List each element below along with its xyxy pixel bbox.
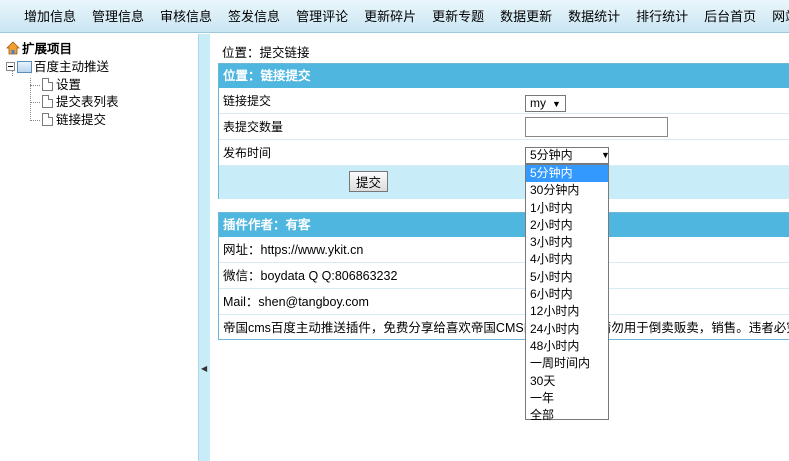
tree-leaf-label: 链接提交 bbox=[56, 113, 107, 127]
tree-root-label: 扩展项目 bbox=[22, 42, 73, 56]
dropdown-option[interactable]: 24小时内 bbox=[526, 321, 608, 338]
dropdown-option[interactable]: 4小时内 bbox=[526, 251, 608, 268]
notice-line: 帝国cms百度主动推送插件，免费分享给喜欢帝国CMS的朋友使用，请勿用于倒卖贩卖… bbox=[223, 321, 789, 335]
top-navigation: 增加信息 管理信息 审核信息 签发信息 管理评论 更新碎片 更新专题 数据更新 数据统计 排行统计… bbox=[0, 0, 789, 33]
sidebar-splitter[interactable]: ◀ bbox=[198, 34, 210, 461]
nav-item-manage-comments[interactable]: 管理评论 bbox=[288, 0, 356, 32]
dropdown-option[interactable]: 48小时内 bbox=[526, 338, 608, 355]
form-row-submit-count: 表提交数量 bbox=[219, 114, 789, 140]
publish-time-dropdown-list[interactable]: 5分钟内 30分钟内 1小时内 2小时内 3小时内 4小时内 5小时内 6小时内… bbox=[525, 164, 609, 422]
tree-connector bbox=[30, 120, 40, 121]
nav-item-review-info[interactable]: 审核信息 bbox=[152, 0, 220, 32]
submit-count-input[interactable] bbox=[525, 117, 668, 137]
tree-leaf-label: 提交表列表 bbox=[56, 95, 119, 109]
field-label: 发布时间 bbox=[223, 146, 272, 160]
dropdown-option[interactable]: 全部 bbox=[526, 407, 608, 424]
panel-header: 插件作者：有客 bbox=[219, 213, 789, 237]
author-info-panel: 插件作者：有客 网址：https://www.ykit.cn 微信：boydat… bbox=[218, 212, 789, 340]
collapse-icon[interactable] bbox=[6, 62, 15, 71]
publish-time-select[interactable]: 5分钟内 ▼ bbox=[525, 147, 610, 165]
dropdown-option[interactable]: 5分钟内 bbox=[526, 165, 608, 183]
dropdown-option[interactable]: 5小时内 bbox=[526, 269, 608, 286]
form-row-publish-time: 发布时间 5分钟内 ▼ bbox=[219, 140, 789, 166]
tree-root[interactable]: 扩展项目 bbox=[6, 40, 72, 58]
dropdown-option[interactable]: 一年 bbox=[526, 390, 608, 407]
main-content: 位置：提交链接 位置：链接提交 链接提交 my ▼ 表提交数量 发布时间 5分钟内… bbox=[210, 34, 789, 461]
tree-leaf-link-submit[interactable]: 链接提交 bbox=[42, 111, 106, 129]
dropdown-option[interactable]: 12小时内 bbox=[526, 303, 608, 320]
dropdown-arrow-icon: ▼ bbox=[552, 99, 561, 110]
select-value: 5分钟内 bbox=[530, 148, 573, 163]
panel-header: 位置：链接提交 bbox=[219, 64, 789, 88]
nav-item-ranking-stats[interactable]: 排行统计 bbox=[628, 0, 696, 32]
tree-node-baidu-push[interactable]: 百度主动推送 bbox=[6, 58, 109, 76]
field-label: 表提交数量 bbox=[223, 120, 284, 134]
dropdown-option[interactable]: 2小时内 bbox=[526, 217, 608, 234]
nav-item-data-update[interactable]: 数据更新 bbox=[492, 0, 560, 32]
form-row-link-submit: 链接提交 my ▼ bbox=[219, 88, 789, 114]
folder-icon bbox=[17, 61, 32, 73]
tree-connector bbox=[30, 102, 40, 103]
document-icon bbox=[42, 95, 53, 108]
nav-item-update-fragments[interactable]: 更新碎片 bbox=[356, 0, 424, 32]
nav-item-manage-info[interactable]: 管理信息 bbox=[84, 0, 152, 32]
document-icon bbox=[42, 113, 53, 126]
dropdown-option[interactable]: 一周时间内 bbox=[526, 355, 608, 372]
nav-item-update-topics[interactable]: 更新专题 bbox=[424, 0, 492, 32]
sidebar-tree: 扩展项目 百度主动推送 设置 提交表列表 链接提交 bbox=[0, 34, 198, 461]
breadcrumb: 位置：提交链接 bbox=[222, 46, 310, 60]
submit-button[interactable]: 提交 bbox=[349, 171, 389, 192]
nav-item-data-stats[interactable]: 数据统计 bbox=[560, 0, 628, 32]
tree-leaf-submit-table-list[interactable]: 提交表列表 bbox=[42, 93, 119, 111]
tree-leaf-label: 设置 bbox=[56, 78, 82, 92]
wechat-line: 微信：boydata Q Q:806863232 bbox=[219, 263, 789, 289]
dropdown-option[interactable]: 30天 bbox=[526, 373, 608, 390]
tree-connector bbox=[30, 85, 40, 86]
website-line: 网址：https://www.ykit.cn bbox=[219, 237, 789, 263]
tree-leaf-settings[interactable]: 设置 bbox=[42, 76, 81, 94]
nav-item-admin-home[interactable]: 后台首页 bbox=[696, 0, 764, 32]
field-label: 链接提交 bbox=[223, 94, 272, 108]
document-icon bbox=[42, 78, 53, 91]
dropdown-option[interactable]: 6小时内 bbox=[526, 286, 608, 303]
dropdown-option[interactable]: 3小时内 bbox=[526, 234, 608, 251]
dropdown-option[interactable]: 1小时内 bbox=[526, 200, 608, 217]
home-icon bbox=[6, 41, 20, 55]
link-submit-panel: 位置：链接提交 链接提交 my ▼ 表提交数量 发布时间 5分钟内 ▼ 提交 bbox=[218, 63, 789, 199]
button-row: 提交 bbox=[219, 166, 789, 199]
dropdown-arrow-icon: ▼ bbox=[601, 150, 610, 161]
select-value: my bbox=[530, 96, 546, 111]
dropdown-option[interactable]: 30分钟内 bbox=[526, 182, 608, 199]
nav-item-site-home[interactable]: 网站首页 bbox=[764, 0, 789, 32]
nav-item-sign-info[interactable]: 签发信息 bbox=[220, 0, 288, 32]
collapse-left-icon[interactable]: ◀ bbox=[201, 364, 207, 373]
nav-item-add-info[interactable]: 增加信息 bbox=[0, 0, 84, 32]
link-submit-select[interactable]: my ▼ bbox=[525, 95, 566, 113]
mail-line: Mail：shen@tangboy.com bbox=[219, 289, 789, 315]
tree-node-label: 百度主动推送 bbox=[34, 60, 110, 74]
